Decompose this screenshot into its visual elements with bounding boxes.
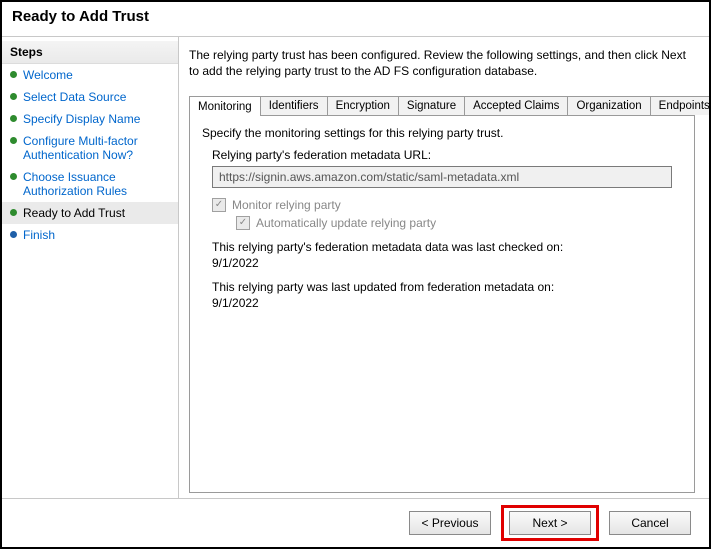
step-configure-mfa[interactable]: Configure Multi-factor Authentication No… [2,130,178,166]
intro-text: The relying party trust has been configu… [189,47,695,79]
check-icon [10,173,17,180]
steps-sidebar: Steps Welcome Select Data Source Specify… [2,37,178,499]
tab-strip: Monitoring Identifiers Encryption Signat… [189,93,695,115]
step-label: Configure Multi-factor Authentication No… [23,134,170,162]
step-label: Welcome [23,68,170,82]
last-checked-value: 9/1/2022 [212,256,682,270]
pending-icon [10,231,17,238]
tab-identifiers[interactable]: Identifiers [260,96,328,115]
auto-update-checkbox: ✓ Automatically update relying party [236,216,682,230]
metadata-url-label: Relying party's federation metadata URL: [212,148,682,162]
sidebar-heading: Steps [2,41,178,64]
wizard-footer: < Previous Next > Cancel [2,498,709,547]
check-icon [10,115,17,122]
check-icon [10,93,17,100]
panel-description: Specify the monitoring settings for this… [202,126,682,140]
check-icon [10,137,17,144]
previous-button[interactable]: < Previous [409,511,491,535]
last-updated-label: This relying party was last updated from… [212,280,682,294]
step-welcome[interactable]: Welcome [2,64,178,86]
checkbox-label: Monitor relying party [232,198,341,212]
step-label: Specify Display Name [23,112,170,126]
check-icon [10,209,17,216]
metadata-url-field: https://signin.aws.amazon.com/static/sam… [212,166,672,188]
next-button-highlight: Next > [501,505,599,541]
last-updated-value: 9/1/2022 [212,296,682,310]
step-choose-issuance-rules[interactable]: Choose Issuance Authorization Rules [2,166,178,202]
tab-endpoints[interactable]: Endpoints [650,96,711,115]
content-pane: The relying party trust has been configu… [178,37,709,499]
checkbox-checked-icon: ✓ [236,216,250,230]
step-select-data-source[interactable]: Select Data Source [2,86,178,108]
step-ready-to-add-trust[interactable]: Ready to Add Trust [2,202,178,224]
step-label: Choose Issuance Authorization Rules [23,170,170,198]
step-label: Ready to Add Trust [23,206,170,220]
tab-monitoring[interactable]: Monitoring [189,96,261,116]
check-icon [10,71,17,78]
tab-encryption[interactable]: Encryption [327,96,399,115]
monitor-relying-party-checkbox: ✓ Monitor relying party [212,198,682,212]
checkbox-checked-icon: ✓ [212,198,226,212]
step-label: Select Data Source [23,90,170,104]
tab-accepted-claims[interactable]: Accepted Claims [464,96,568,115]
step-finish[interactable]: Finish [2,224,178,246]
step-label: Finish [23,228,170,242]
tab-organization[interactable]: Organization [567,96,650,115]
last-checked-label: This relying party's federation metadata… [212,240,682,254]
tab-signature[interactable]: Signature [398,96,465,115]
cancel-button[interactable]: Cancel [609,511,691,535]
checkbox-label: Automatically update relying party [256,216,436,230]
next-button[interactable]: Next > [509,511,591,535]
step-specify-display-name[interactable]: Specify Display Name [2,108,178,130]
tab-panel-monitoring: Specify the monitoring settings for this… [189,115,695,493]
page-title: Ready to Add Trust [2,2,709,31]
